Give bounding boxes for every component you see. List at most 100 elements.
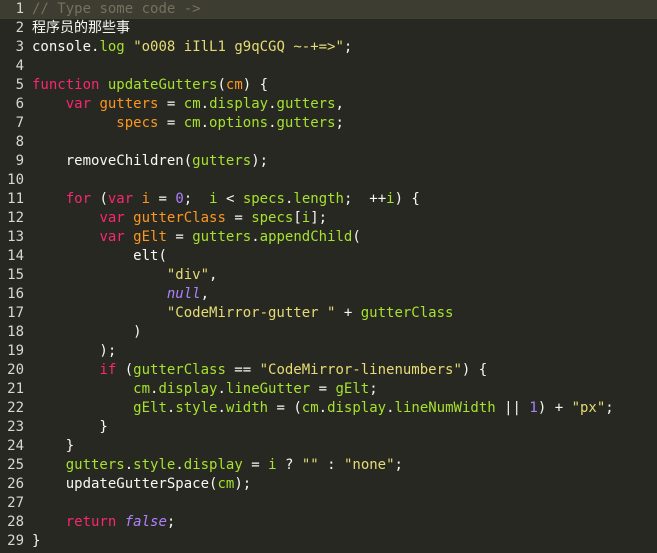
code-token: lineNumWidth	[394, 400, 496, 416]
code-token: gutters	[276, 115, 336, 131]
line-content[interactable]: removeChildren(gutters);	[32, 152, 268, 171]
code-line[interactable]: 17 "CodeMirror-gutter " + gutterClass	[0, 304, 657, 323]
code-line[interactable]: 4	[0, 57, 657, 76]
code-line[interactable]: 27	[0, 494, 657, 513]
line-content[interactable]: }	[32, 418, 107, 437]
code-line[interactable]: 28 return false;	[0, 513, 657, 532]
code-line[interactable]: 26 updateGutterSpace(cm);	[0, 475, 657, 494]
code-token: ) {	[242, 77, 269, 93]
editor-placeholder: Type some code ->	[57, 1, 201, 17]
line-content[interactable]: }	[32, 532, 40, 551]
code-token: =	[158, 115, 184, 131]
code-line[interactable]: 15 "div",	[0, 266, 657, 285]
line-number: 29	[7, 533, 24, 549]
code-line[interactable]: 5 function updateGutters(cm) {	[0, 76, 657, 95]
code-line[interactable]: 29}	[0, 532, 657, 551]
code-token: (	[91, 191, 108, 207]
code-editor[interactable]: 1// Type some code -> 2 程序员的那些事 3 console.lo…	[0, 0, 657, 553]
line-content[interactable]: }	[32, 437, 74, 456]
code-token: );	[251, 153, 269, 169]
line-number: 10	[7, 172, 24, 188]
line-content[interactable]: "div",	[32, 266, 218, 285]
line-content[interactable]: var gutters = cm.display.gutters,	[32, 95, 344, 114]
code-token: i	[141, 191, 151, 207]
code-token: specs	[242, 191, 285, 207]
line-content[interactable]: null,	[32, 285, 209, 304]
code-token: +	[335, 305, 361, 321]
line-number: 15	[7, 267, 24, 283]
code-line[interactable]: 24 }	[0, 437, 657, 456]
code-token: i	[301, 210, 311, 226]
line-content[interactable]: console.log "o008 iIlL1 g9qCGQ ~-+=>";	[32, 38, 352, 57]
code-token: for	[65, 191, 92, 207]
code-line[interactable]: 25 gutters.style.display = i ? "" : "non…	[0, 456, 657, 475]
line-content[interactable]: var gElt = gutters.appendChild(	[32, 228, 360, 247]
code-token: gutters	[192, 153, 252, 169]
code-line[interactable]: 13 var gElt = gutters.appendChild(	[0, 228, 657, 247]
code-line[interactable]: 6 var gutters = cm.display.gutters,	[0, 95, 657, 114]
line-content[interactable]: cm.display.lineGutter = gElt;	[32, 380, 378, 399]
line-content[interactable]: function updateGutters(cm) {	[32, 76, 268, 95]
code-line[interactable]: 14 elt(	[0, 247, 657, 266]
code-token: ) {	[394, 191, 420, 207]
line-content[interactable]: return false;	[32, 513, 176, 532]
code-token: gutters	[65, 457, 125, 473]
code-line[interactable]: 20 if (gutterClass == "CodeMirror-linenu…	[0, 361, 657, 380]
line-number: 5	[15, 77, 24, 93]
code-token: //	[32, 1, 58, 17]
code-line[interactable]: 19 );	[0, 342, 657, 361]
line-content[interactable]: gElt.style.width = (cm.display.lineNumWi…	[32, 399, 614, 418]
code-token: =	[242, 457, 269, 473]
line-content[interactable]: if (gutterClass == "CodeMirror-linenumbe…	[32, 361, 487, 380]
line-content[interactable]: "CodeMirror-gutter " + gutterClass	[32, 304, 454, 323]
line-content[interactable]: )	[32, 323, 141, 342]
code-line[interactable]: 7 specs = cm.options.gutters;	[0, 114, 657, 133]
code-token: ;	[335, 115, 344, 131]
code-line[interactable]: 10	[0, 171, 657, 190]
code-token: cm	[133, 381, 151, 397]
code-token: cm	[217, 476, 235, 492]
code-token: function	[32, 77, 100, 93]
code-line[interactable]: 11 for (var i = 0; i < specs.length; ++i…	[0, 190, 657, 209]
code-token: ,	[200, 286, 210, 302]
code-line[interactable]: 9 removeChildren(gutters);	[0, 152, 657, 171]
line-content[interactable]: var gutterClass = specs[i];	[32, 209, 327, 228]
line-content[interactable]: 程序员的那些事	[32, 19, 130, 38]
code-line[interactable]: 21 cm.display.lineGutter = gElt;	[0, 380, 657, 399]
code-line[interactable]: 1 // Type some code ->	[0, 0, 657, 19]
line-content[interactable]: gutters.style.display = i ? "" : "none";	[32, 456, 403, 475]
code-token: =	[158, 96, 184, 112]
code-token: ) +	[537, 400, 572, 416]
line-content[interactable]: for (var i = 0; i < specs.length; ++i) {	[32, 190, 420, 209]
code-token: 程序员的那些事	[32, 20, 130, 36]
line-content[interactable]: // Type some code ->	[32, 0, 201, 19]
line-content[interactable]: updateGutterSpace(cm);	[32, 475, 251, 494]
code-line[interactable]: 3 console.log "o008 iIlL1 g9qCGQ ~-+=>";	[0, 38, 657, 57]
code-token: cm	[225, 77, 243, 93]
code-line[interactable]: 22 gElt.style.width = (cm.display.lineNu…	[0, 399, 657, 418]
line-number: 12	[7, 210, 24, 226]
code-line[interactable]: 16 null,	[0, 285, 657, 304]
code-line[interactable]: 2 程序员的那些事	[0, 19, 657, 38]
line-number: 18	[7, 324, 24, 340]
code-line[interactable]: 18 )	[0, 323, 657, 342]
line-number: 17	[7, 305, 24, 321]
line-content[interactable]: specs = cm.options.gutters;	[32, 114, 344, 133]
code-line[interactable]: 23 }	[0, 418, 657, 437]
line-content[interactable]: elt(	[32, 247, 167, 266]
code-token: display	[158, 381, 218, 397]
code-token: log	[99, 39, 125, 55]
code-line[interactable]: 8	[0, 133, 657, 152]
code-token: "CodeMirror-linenumbers"	[259, 362, 462, 378]
code-token: (	[158, 248, 167, 264]
code-line[interactable]: 12 var gutterClass = specs[i];	[0, 209, 657, 228]
line-content[interactable]: );	[32, 342, 116, 361]
code-token: gElt	[335, 381, 370, 397]
